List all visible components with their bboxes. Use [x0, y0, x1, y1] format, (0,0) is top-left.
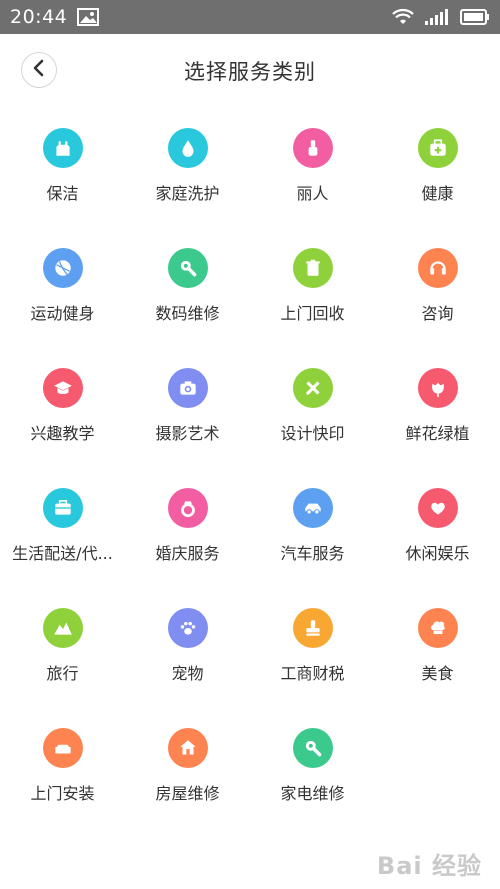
ruler-pencil-icon [292, 368, 333, 408]
category-item[interactable]: 健康 [375, 110, 500, 230]
category-item[interactable]: 休闲娱乐 [375, 470, 500, 590]
image-icon [77, 8, 100, 26]
car-icon [292, 488, 333, 528]
category-label: 数码维修 [155, 304, 220, 323]
category-label: 咨询 [421, 304, 454, 323]
wrench-icon [292, 728, 333, 768]
category-item[interactable]: 摄影艺术 [125, 350, 250, 470]
cleaning-icon [42, 128, 83, 168]
ring-icon [167, 488, 208, 528]
heart-icon [417, 488, 458, 528]
category-item[interactable]: 上门安装 [0, 710, 125, 830]
status-time: 20:44 [10, 6, 68, 28]
category-item[interactable]: 家电维修 [250, 710, 375, 830]
category-label: 美食 [421, 664, 454, 683]
category-item[interactable]: 咨询 [375, 230, 500, 350]
nail-polish-icon [292, 128, 333, 168]
ball-icon [42, 248, 83, 288]
category-label: 宠物 [171, 664, 204, 683]
sofa-icon [42, 728, 83, 768]
stamp-icon [292, 608, 333, 648]
category-label: 摄影艺术 [155, 424, 220, 443]
category-item[interactable]: 设计快印 [250, 350, 375, 470]
category-label: 保洁 [46, 184, 79, 203]
category-label: 上门回收 [280, 304, 345, 323]
signal-icon [424, 8, 450, 26]
category-item[interactable]: 旅行 [0, 590, 125, 710]
category-item[interactable]: 丽人 [250, 110, 375, 230]
briefcase-icon [42, 488, 83, 528]
category-item[interactable]: 生活配送/代... [0, 470, 125, 590]
page-title: 选择服务类别 [184, 60, 316, 84]
category-item[interactable]: 工商财税 [250, 590, 375, 710]
battery-icon [460, 8, 490, 26]
water-drop-icon [167, 128, 208, 168]
category-item[interactable]: 上门回收 [250, 230, 375, 350]
camera-icon [167, 368, 208, 408]
category-label: 运动健身 [30, 304, 95, 323]
category-label: 上门安装 [30, 784, 95, 803]
status-bar: 20:44 [0, 0, 500, 34]
status-icons [392, 8, 490, 26]
wifi-icon [392, 8, 414, 26]
paw-icon [167, 608, 208, 648]
category-item[interactable]: 兴趣教学 [0, 350, 125, 470]
category-label: 婚庆服务 [155, 544, 220, 563]
category-label: 汽车服务 [280, 544, 345, 563]
watermark: Bai 经验 [376, 852, 482, 880]
category-label: 房屋维修 [155, 784, 220, 803]
medical-kit-icon [417, 128, 458, 168]
category-item[interactable]: 运动健身 [0, 230, 125, 350]
trash-icon [292, 248, 333, 288]
category-label: 旅行 [46, 664, 79, 683]
category-item[interactable]: 美食 [375, 590, 500, 710]
category-label: 兴趣教学 [30, 424, 95, 443]
category-item[interactable]: 鲜花绿植 [375, 350, 500, 470]
wrench-icon [167, 248, 208, 288]
category-item[interactable]: 数码维修 [125, 230, 250, 350]
category-item[interactable]: 宠物 [125, 590, 250, 710]
house-icon [167, 728, 208, 768]
graduation-cap-icon [42, 368, 83, 408]
header: 选择服务类别 [0, 34, 500, 106]
category-label: 设计快印 [280, 424, 345, 443]
category-item[interactable]: 房屋维修 [125, 710, 250, 830]
category-label: 生活配送/代... [12, 544, 113, 563]
chef-hat-icon [417, 608, 458, 648]
category-label: 家电维修 [280, 784, 345, 803]
headset-icon [417, 248, 458, 288]
flower-icon [417, 368, 458, 408]
category-label: 家庭洗护 [155, 184, 220, 203]
category-label: 健康 [421, 184, 454, 203]
category-item[interactable]: 家庭洗护 [125, 110, 250, 230]
category-item[interactable]: 保洁 [0, 110, 125, 230]
category-label: 休闲娱乐 [405, 544, 470, 563]
category-grid: 保洁 家庭洗护 丽人 健康运动健身 数码维修 上门回收 咨询兴趣教学 摄影艺术 设计快印 鲜花绿植… [0, 110, 500, 830]
category-label: 丽人 [296, 184, 329, 203]
category-label: 工商财税 [280, 664, 345, 683]
category-item[interactable]: 婚庆服务 [125, 470, 250, 590]
category-item[interactable]: 汽车服务 [250, 470, 375, 590]
category-label: 鲜花绿植 [405, 424, 470, 443]
mountain-icon [42, 608, 83, 648]
